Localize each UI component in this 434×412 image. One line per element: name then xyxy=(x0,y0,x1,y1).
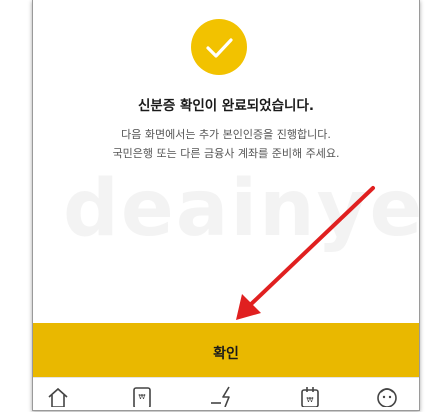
calendar-icon: ₩ xyxy=(301,387,319,407)
tab-home[interactable] xyxy=(47,385,69,407)
tab-calendar[interactable]: ₩ xyxy=(299,385,321,407)
tab-profile[interactable] xyxy=(375,385,399,407)
success-description-line1: 다음 화면에서는 추가 본인인증을 진행합니다. xyxy=(121,128,331,141)
confirm-button[interactable]: 확인 xyxy=(33,323,419,377)
bottom-tabbar: ₩ ₩ xyxy=(33,377,419,410)
transfer-icon xyxy=(211,386,230,407)
svg-text:₩: ₩ xyxy=(139,393,146,401)
card-icon: ₩ xyxy=(133,387,151,407)
watermark: deainyer xyxy=(63,164,419,254)
tab-transfer[interactable] xyxy=(209,385,239,407)
success-description-line2: 국민은행 또는 다른 금융사 계좌를 준비해 주세요. xyxy=(112,147,340,160)
profile-icon xyxy=(377,388,397,407)
tab-card[interactable]: ₩ xyxy=(131,385,153,407)
phone-screen: 신분증 확인이 완료되었습니다. 다음 화면에서는 추가 본인인증을 진행합니다… xyxy=(32,0,420,411)
success-title: 신분증 확인이 완료되었습니다. xyxy=(138,98,314,114)
home-icon xyxy=(48,387,68,407)
svg-text:₩: ₩ xyxy=(307,396,314,404)
check-icon xyxy=(191,19,247,75)
